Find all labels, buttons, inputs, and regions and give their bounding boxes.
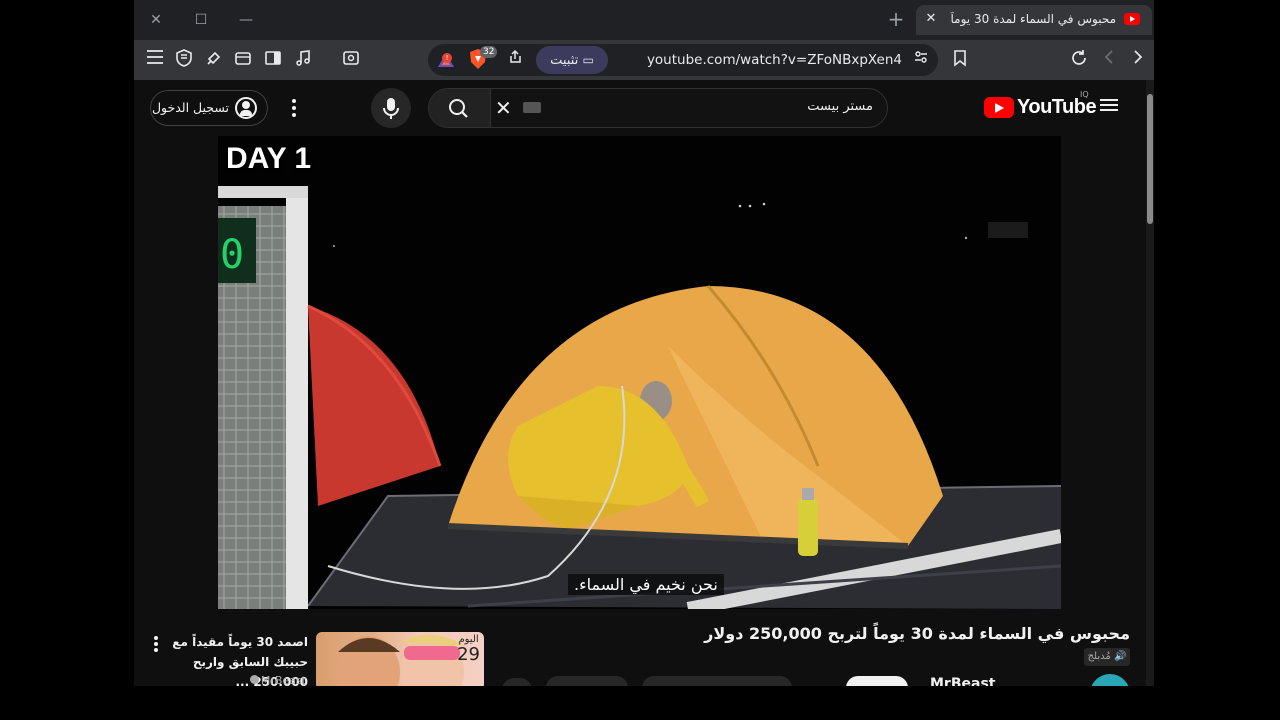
caption-text: نحن نخيم في السماء. bbox=[568, 574, 724, 595]
recommended-channel[interactable]: MrBeast bbox=[249, 674, 306, 686]
share-pill[interactable] bbox=[502, 678, 532, 686]
install-label: تثبيت bbox=[550, 53, 579, 68]
rewards-badge: ! bbox=[442, 53, 452, 63]
video-player[interactable]: 0 DAY 1 نحن نخيم في السماء. bbox=[218, 136, 1061, 609]
youtube-favicon-icon bbox=[1124, 13, 1140, 25]
country-code: IQ bbox=[1080, 90, 1089, 99]
hamburger-menu-icon[interactable] bbox=[144, 49, 166, 71]
recommended-thumbnail[interactable]: اليوم 29 bbox=[316, 632, 484, 686]
video-title: محبوس في السماء لمدة 30 يوماً لتربح 250,… bbox=[704, 624, 1130, 643]
channel-avatar[interactable] bbox=[1090, 674, 1130, 686]
like-dislike-pill[interactable] bbox=[642, 676, 792, 686]
verified-icon bbox=[249, 675, 259, 684]
guide-menu-icon[interactable] bbox=[1100, 96, 1120, 116]
video-frame: 0 bbox=[218, 136, 1061, 609]
sign-in-button[interactable]: تسجيل الدخول bbox=[150, 90, 268, 126]
recommended-more-icon[interactable] bbox=[152, 636, 160, 656]
forward-icon[interactable] bbox=[1098, 49, 1120, 71]
extensions-icon[interactable] bbox=[203, 49, 225, 71]
tab-active[interactable]: محبوس في السماء لمدة 30 يوماً لت ✕ bbox=[916, 5, 1152, 35]
wallet-icon[interactable] bbox=[232, 49, 254, 71]
browser-window: ✕ ☐ — + محبوس في السماء لمدة 30 يوماً لت… bbox=[134, 0, 1154, 686]
search-icon bbox=[449, 99, 468, 118]
thumbnail-day-label: اليوم 29 bbox=[457, 634, 480, 664]
share-icon[interactable] bbox=[504, 49, 526, 71]
action-pill[interactable] bbox=[546, 676, 628, 686]
close-window-icon[interactable]: ✕ bbox=[144, 8, 168, 32]
page-scrollbar[interactable] bbox=[1146, 80, 1154, 686]
keyboard-icon[interactable] bbox=[523, 102, 541, 113]
url-text: youtube.com/watch?v=ZFoNBxpXen4 bbox=[646, 52, 902, 68]
browser-toolbar: ! 32 تثبيت ▭ youtube.com/watch?v=ZFoNBxp… bbox=[134, 40, 1154, 80]
scrollbar-thumb[interactable] bbox=[1147, 94, 1153, 224]
svg-text:0: 0 bbox=[220, 232, 244, 278]
thumbnail-day-number: 29 bbox=[457, 644, 480, 665]
voice-search-button[interactable] bbox=[371, 88, 411, 128]
youtube-wordmark: YouTube bbox=[1017, 96, 1097, 118]
tab-strip: ✕ ☐ — + محبوس في السماء لمدة 30 يوماً لت… bbox=[134, 0, 1154, 40]
bookmark-icon[interactable] bbox=[949, 49, 971, 71]
microphone-icon bbox=[383, 98, 399, 119]
reload-icon[interactable] bbox=[1068, 49, 1090, 71]
shields-count-badge: 32 bbox=[480, 46, 498, 58]
install-app-button[interactable]: تثبيت ▭ bbox=[536, 46, 608, 74]
install-icon: ▭ bbox=[582, 53, 594, 67]
account-icon bbox=[235, 97, 257, 119]
back-icon[interactable] bbox=[1127, 49, 1149, 71]
youtube-logo[interactable]: YouTube IQ bbox=[984, 90, 1097, 120]
brave-rewards-icon[interactable]: ! bbox=[436, 50, 456, 74]
minimize-window-icon[interactable]: — bbox=[234, 8, 258, 32]
search-box: ✕ مستر بيست bbox=[428, 88, 888, 128]
dubbed-label: مُدبلج bbox=[1087, 651, 1111, 662]
screenshot-search-icon[interactable] bbox=[340, 49, 362, 71]
search-button[interactable] bbox=[429, 89, 491, 127]
tab-title: محبوس في السماء لمدة 30 يوماً لت bbox=[946, 12, 1116, 26]
tab-close-icon[interactable]: ✕ bbox=[922, 10, 940, 28]
address-bar[interactable]: ! 32 تثبيت ▭ youtube.com/watch?v=ZFoNBxp… bbox=[428, 44, 938, 76]
music-icon[interactable] bbox=[292, 49, 314, 71]
maximize-window-icon[interactable]: ☐ bbox=[189, 8, 213, 32]
more-options-icon[interactable] bbox=[284, 98, 304, 118]
subscribe-button[interactable] bbox=[846, 676, 908, 686]
youtube-header: تسجيل الدخول ✕ مستر بيست YouTube IQ bbox=[134, 80, 1146, 136]
audio-icon: 🔊 bbox=[1113, 651, 1127, 662]
sidebar-icon[interactable] bbox=[262, 49, 284, 71]
sign-in-label: تسجيل الدخول bbox=[151, 100, 229, 115]
dubbed-badge: مُدبلج 🔊 bbox=[1084, 648, 1130, 666]
new-tab-button[interactable]: + bbox=[884, 8, 908, 32]
search-input[interactable]: مستر بيست bbox=[807, 99, 873, 114]
youtube-play-icon bbox=[984, 97, 1014, 118]
recommended-video-card[interactable]: اصمد 30 يوماً مقيداً مع حبيبك السابق وار… bbox=[144, 630, 484, 686]
site-settings-icon[interactable] bbox=[910, 49, 932, 71]
video-day-overlay: DAY 1 bbox=[226, 142, 312, 175]
clear-search-icon[interactable]: ✕ bbox=[495, 97, 512, 119]
recommended-channel-name: MrBeast bbox=[260, 674, 306, 686]
vpn-shield-icon[interactable] bbox=[173, 49, 195, 71]
channel-name[interactable]: MrBeast bbox=[930, 676, 995, 686]
